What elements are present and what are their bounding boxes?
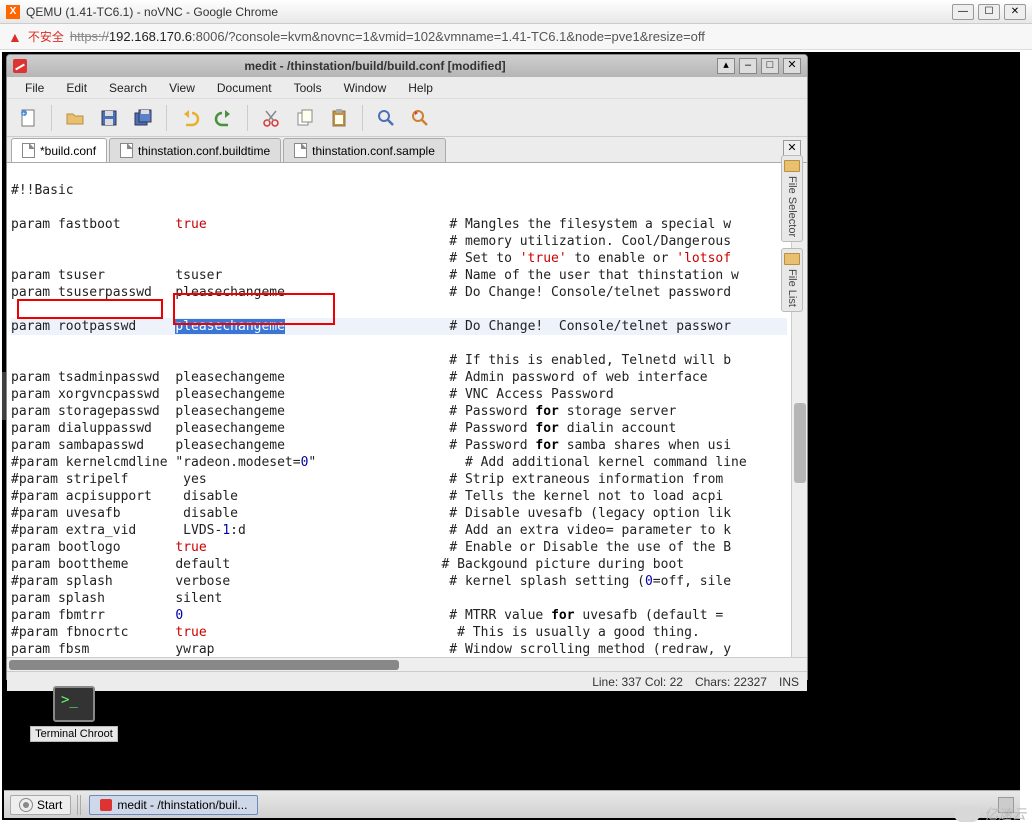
horizontal-scrollbar[interactable]: [7, 657, 807, 671]
terminal-icon: [53, 686, 95, 722]
menu-edit[interactable]: Edit: [56, 79, 97, 97]
side-panel: File Selector File List: [781, 155, 805, 318]
watermark: 亿速云: [954, 804, 1026, 824]
chrome-window: X QEMU (1.41-TC6.1) - noVNC - Google Chr…: [0, 0, 1032, 824]
file-icon: [22, 143, 35, 158]
tab-strip: *build.conf thinstation.conf.buildtime t…: [7, 137, 807, 163]
tab-sample[interactable]: thinstation.conf.sample: [283, 138, 446, 162]
chrome-title: QEMU (1.41-TC6.1) - noVNC - Google Chrom…: [26, 5, 952, 19]
highlight-box-param: [17, 299, 163, 319]
chrome-close-button[interactable]: ✕: [1004, 4, 1026, 20]
medit-task-icon: [100, 799, 112, 811]
remote-desktop: ◂ medit - /thinstation/build/build.conf …: [2, 52, 1020, 820]
menu-tools[interactable]: Tools: [284, 79, 332, 97]
chrome-minimize-button[interactable]: —: [952, 4, 974, 20]
start-icon: [19, 798, 33, 812]
status-position: Line: 337 Col: 22: [592, 675, 683, 689]
desktop-icon-terminal[interactable]: Terminal Chroot: [26, 686, 122, 742]
open-file-button[interactable]: [60, 103, 90, 133]
file-icon: [294, 143, 307, 158]
warning-icon: ▲: [8, 29, 22, 45]
find-button[interactable]: [371, 103, 401, 133]
vscroll-thumb[interactable]: [794, 403, 806, 483]
redo-button[interactable]: [209, 103, 239, 133]
desktop-icon-label: Terminal Chroot: [30, 726, 118, 742]
file-selector-tab[interactable]: File Selector: [781, 155, 803, 242]
menu-document[interactable]: Document: [207, 79, 282, 97]
tab-build-conf[interactable]: *build.conf: [11, 138, 107, 162]
medit-window: medit - /thinstation/build/build.conf [m…: [6, 54, 808, 680]
medit-titlebar: medit - /thinstation/build/build.conf [m…: [7, 55, 807, 77]
qemu-favicon: X: [6, 5, 20, 19]
menubar: File Edit Search View Document Tools Win…: [7, 77, 807, 99]
svg-text:+: +: [22, 112, 26, 118]
toolbar: +: [7, 99, 807, 137]
medit-title-text: medit - /thinstation/build/build.conf [m…: [33, 59, 717, 73]
taskbar: Start medit - /thinstation/buil...: [4, 790, 1020, 818]
paste-button[interactable]: [324, 103, 354, 133]
new-file-button[interactable]: +: [13, 103, 43, 133]
undo-button[interactable]: [175, 103, 205, 133]
tab-buildtime[interactable]: thinstation.conf.buildtime: [109, 138, 281, 162]
medit-roll-button[interactable]: ▴: [717, 58, 735, 74]
menu-file[interactable]: File: [15, 79, 54, 97]
save-all-button[interactable]: [128, 103, 158, 133]
folder-icon: [784, 160, 800, 172]
editor-area[interactable]: #!!Basic param fastboot true # Mangles t…: [7, 163, 791, 657]
cut-button[interactable]: [256, 103, 286, 133]
save-file-button[interactable]: [94, 103, 124, 133]
medit-minimize-button[interactable]: –: [739, 58, 757, 74]
status-mode: INS: [779, 675, 799, 689]
chrome-titlebar: X QEMU (1.41-TC6.1) - noVNC - Google Chr…: [0, 0, 1032, 24]
cloud-icon: [954, 806, 980, 822]
menu-view[interactable]: View: [159, 79, 205, 97]
statusbar: Line: 337 Col: 22 Chars: 22327 INS: [7, 671, 807, 691]
chrome-address-bar[interactable]: ▲ 不安全 https://192.168.170.6:8006/?consol…: [0, 24, 1032, 50]
folder-icon: [784, 253, 800, 265]
copy-button[interactable]: [290, 103, 320, 133]
taskbar-separator: [77, 795, 83, 815]
insecure-label: 不安全: [28, 28, 64, 45]
chrome-maximize-button[interactable]: ☐: [978, 4, 1000, 20]
hscroll-thumb[interactable]: [9, 660, 399, 670]
menu-help[interactable]: Help: [398, 79, 443, 97]
file-list-tab[interactable]: File List: [781, 248, 803, 312]
taskbar-medit-button[interactable]: medit - /thinstation/buil...: [89, 795, 258, 815]
medit-maximize-button[interactable]: □: [761, 58, 779, 74]
find-replace-button[interactable]: [405, 103, 435, 133]
menu-search[interactable]: Search: [99, 79, 157, 97]
status-chars: Chars: 22327: [695, 675, 767, 689]
url-text: https://192.168.170.6:8006/?console=kvm&…: [70, 29, 705, 44]
file-icon: [120, 143, 133, 158]
start-button[interactable]: Start: [10, 795, 71, 815]
menu-window[interactable]: Window: [334, 79, 397, 97]
medit-app-icon: [13, 59, 27, 73]
medit-close-button[interactable]: ✕: [783, 58, 801, 74]
